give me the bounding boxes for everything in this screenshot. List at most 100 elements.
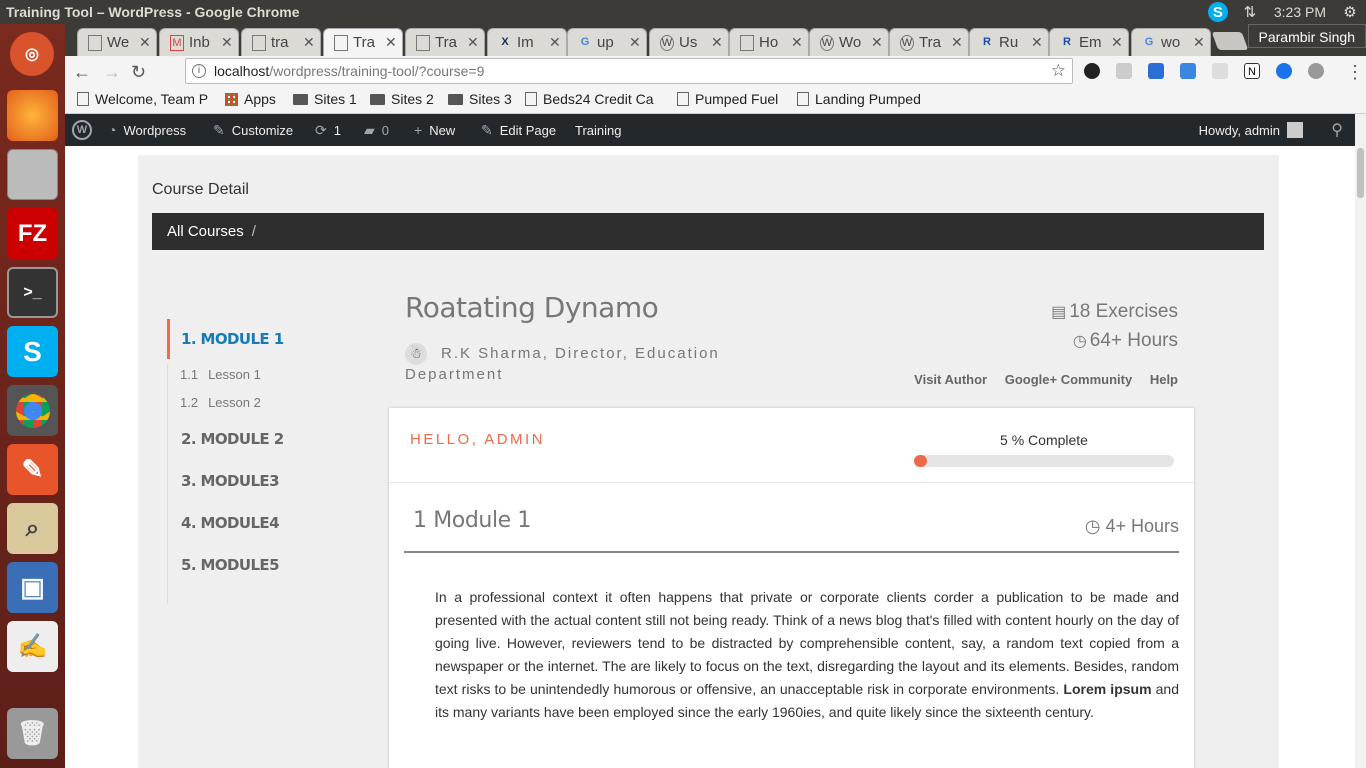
extension-icon[interactable] xyxy=(1116,63,1132,79)
extension-icon[interactable] xyxy=(1212,63,1228,79)
tab[interactable]: R Em ✕ xyxy=(1049,28,1129,56)
customize-link[interactable]: ✎ Customize xyxy=(213,114,293,146)
filezilla-icon[interactable]: FZ xyxy=(7,208,58,259)
tab[interactable]: Ho ✕ xyxy=(729,28,809,56)
text-editor-icon[interactable]: ✍ xyxy=(7,621,58,672)
image-viewer-icon[interactable]: ⌕ xyxy=(7,503,58,554)
close-tab-icon[interactable]: ✕ xyxy=(221,34,233,51)
close-tab-icon[interactable]: ✕ xyxy=(1031,34,1043,51)
close-tab-icon[interactable]: ✕ xyxy=(139,34,151,51)
help-link[interactable]: Help xyxy=(1150,372,1178,387)
close-tab-icon[interactable]: ✕ xyxy=(549,34,561,51)
virtualbox-icon[interactable]: ▣ xyxy=(7,562,58,613)
extension-icon[interactable] xyxy=(1148,63,1164,79)
bookmark-folder[interactable]: Sites 3 xyxy=(448,91,512,107)
sidebar-lesson-2[interactable]: 1.2 Lesson 2 xyxy=(180,395,261,410)
search-icon[interactable]: ⚲ xyxy=(1331,114,1343,146)
breadcrumb-all-courses[interactable]: All Courses xyxy=(167,223,244,240)
page-scrollbar[interactable] xyxy=(1355,114,1366,768)
close-tab-icon[interactable]: ✕ xyxy=(303,34,315,51)
updates-link[interactable]: ⟳ 1 xyxy=(315,114,341,146)
extension-icon[interactable] xyxy=(1308,63,1324,79)
settings-gear-icon[interactable]: ⚙ xyxy=(1340,2,1360,22)
tab-active[interactable]: Tra ✕ xyxy=(323,28,403,56)
bookmark-item[interactable]: Pumped Fuel xyxy=(677,91,778,107)
skype-tray-icon[interactable]: S xyxy=(1207,2,1228,22)
site-name-link[interactable]: ◔ Wordpress xyxy=(108,114,186,146)
training-link[interactable]: Training xyxy=(575,114,621,146)
sidebar-module-2[interactable]: 2. MODULE 2 xyxy=(181,430,284,448)
page-icon xyxy=(88,34,102,51)
profile-button[interactable]: Parambir Singh xyxy=(1247,24,1366,48)
bookmark-apps[interactable]: Apps xyxy=(225,91,276,107)
clock[interactable]: 3:23 PM xyxy=(1274,4,1326,20)
course-stats: ▤ 18 Exercises ◷ 64+ Hours xyxy=(1051,298,1178,356)
tab[interactable]: W Tra ✕ xyxy=(889,28,969,56)
tab[interactable]: Gup ✕ xyxy=(567,28,647,56)
scrollbar-thumb[interactable] xyxy=(1357,148,1364,198)
tab[interactable]: We ✕ xyxy=(77,28,157,56)
edit-page-link[interactable]: ✎ Edit Page xyxy=(481,114,556,146)
bookmark-item[interactable]: Beds24 Credit Ca xyxy=(525,91,665,107)
tab[interactable]: W Us ✕ xyxy=(649,28,729,56)
tab[interactable]: W Wo ✕ xyxy=(809,28,889,56)
menu-icon[interactable]: ⋮ xyxy=(1346,62,1364,83)
close-tab-icon[interactable]: ✕ xyxy=(467,34,479,51)
window-title: Training Tool – WordPress - Google Chrom… xyxy=(6,4,300,20)
tab[interactable]: M Inb ✕ xyxy=(159,28,239,56)
tab[interactable]: Tra ✕ xyxy=(405,28,485,56)
close-tab-icon[interactable]: ✕ xyxy=(791,34,803,51)
google-plus-community-link[interactable]: Google+ Community xyxy=(1005,372,1132,387)
tab[interactable]: R Ru ✕ xyxy=(969,28,1049,56)
sidebar-module-3[interactable]: 3. MODULE3 xyxy=(181,472,280,490)
extension-icon[interactable] xyxy=(1276,63,1292,79)
network-icon[interactable]: ⇅ xyxy=(1240,2,1260,22)
close-tab-icon[interactable]: ✕ xyxy=(385,34,397,51)
pen-tool-icon[interactable]: ✎ xyxy=(7,444,58,495)
sidebar-module-4[interactable]: 4. MODULE4 xyxy=(181,514,280,532)
tab[interactable]: X Im ✕ xyxy=(487,28,567,56)
bookmark-folder[interactable]: Sites 1 xyxy=(293,91,357,107)
skype-icon[interactable]: S xyxy=(7,326,58,377)
sidebar-module-5[interactable]: 5. MODULE5 xyxy=(181,556,280,574)
tab[interactable]: Gwo ✕ xyxy=(1131,28,1211,56)
new-content-link[interactable]: + New xyxy=(414,114,455,146)
address-bar[interactable]: i localhost/wordpress/training-tool/?cou… xyxy=(185,58,1073,84)
close-tab-icon[interactable]: ✕ xyxy=(1193,34,1205,51)
extension-icon[interactable] xyxy=(1180,63,1196,79)
file-cabinet-icon[interactable] xyxy=(7,149,58,200)
sidebar-lesson-1[interactable]: 1.1 Lesson 1 xyxy=(180,367,261,382)
bookmark-item[interactable]: Landing Pumped xyxy=(797,91,937,107)
reload-icon[interactable]: ↻ xyxy=(131,62,146,83)
trash-icon[interactable]: 🗑 xyxy=(7,708,58,759)
info-icon[interactable]: i xyxy=(192,64,206,78)
extension-icon[interactable]: N xyxy=(1244,63,1260,79)
bookmark-folder[interactable]: Sites 2 xyxy=(370,91,434,107)
close-tab-icon[interactable]: ✕ xyxy=(871,34,883,51)
firefox-icon[interactable] xyxy=(7,90,58,141)
close-tab-icon[interactable]: ✕ xyxy=(629,34,641,51)
tab[interactable]: tra ✕ xyxy=(241,28,321,56)
close-tab-icon[interactable]: ✕ xyxy=(951,34,963,51)
bookmark-star-icon[interactable]: ☆ xyxy=(1051,61,1066,81)
folder-icon xyxy=(370,93,385,105)
extension-icon[interactable] xyxy=(1084,63,1100,79)
apps-grid-icon xyxy=(225,92,238,106)
comments-link[interactable]: ▰ 0 xyxy=(364,114,389,146)
new-tab-button[interactable] xyxy=(1211,32,1249,50)
clock-icon: ◷ xyxy=(1084,516,1101,536)
visit-author-link[interactable]: Visit Author xyxy=(914,372,987,387)
wp-logo-button[interactable]: W xyxy=(72,114,92,146)
back-icon[interactable]: ← xyxy=(73,62,91,83)
bookmark-item[interactable]: Welcome, Team P xyxy=(77,91,217,107)
sidebar-module-1[interactable]: 1. MODULE 1 xyxy=(167,319,284,359)
chrome-icon[interactable] xyxy=(7,385,58,436)
my-account-link[interactable]: Howdy, admin xyxy=(1199,114,1303,146)
close-tab-icon[interactable]: ✕ xyxy=(1111,34,1123,51)
forward-icon[interactable]: → xyxy=(103,62,121,83)
course-links: Visit Author Google+ Community Help xyxy=(900,372,1178,387)
breadcrumb-separator: / xyxy=(251,223,256,240)
terminal-icon[interactable]: >_ xyxy=(7,267,58,318)
ubuntu-dash-icon[interactable]: ◎ xyxy=(10,32,54,76)
close-tab-icon[interactable]: ✕ xyxy=(711,34,723,51)
